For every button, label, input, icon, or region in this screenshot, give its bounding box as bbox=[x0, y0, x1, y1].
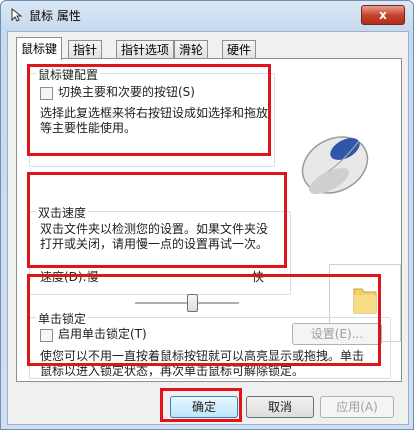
swap-buttons-label[interactable]: 切换主要和次要的按钮(S) bbox=[58, 85, 195, 100]
folder-icon[interactable] bbox=[352, 283, 378, 318]
double-click-group: 双击速度 双击文件夹以检测您的设置。如果文件夹没 打开或关闭，请用慢一点的设置再… bbox=[29, 204, 291, 295]
click-lock-legend: 单击锁定 bbox=[36, 310, 89, 327]
tab-pointer-options[interactable]: 指针选项 bbox=[116, 40, 175, 59]
speed-slider-thumb[interactable] bbox=[187, 294, 199, 312]
button-config-legend: 鼠标键配置 bbox=[36, 66, 101, 83]
mouse-illustration bbox=[289, 119, 383, 203]
mouse-properties-window: 鼠标 属性 x 鼠标键 指针 指针选项 滑轮 硬件 鼠标键配置 切换主要和次要的… bbox=[0, 0, 414, 430]
click-lock-checkbox[interactable] bbox=[40, 329, 53, 342]
click-lock-settings-button[interactable]: 设置(E)... bbox=[292, 323, 382, 345]
click-lock-label[interactable]: 启用单击锁定(T) bbox=[58, 327, 147, 342]
swap-description-line2: 等主要性能使用。 bbox=[40, 121, 137, 135]
swap-buttons-checkbox[interactable] bbox=[40, 87, 53, 100]
swap-description-line1: 选择此复选框来将右按钮设成如选择和拖放 bbox=[40, 106, 269, 120]
dialog-client-area: 鼠标键 指针 指针选项 滑轮 硬件 鼠标键配置 切换主要和次要的按钮(S) 选择… bbox=[7, 31, 409, 425]
window-title: 鼠标 属性 bbox=[29, 9, 81, 23]
title-bar[interactable]: 鼠标 属性 x bbox=[1, 1, 413, 29]
button-config-group: 鼠标键配置 切换主要和次要的按钮(S) 选择此复选框来将右按钮设成如选择和拖放 … bbox=[29, 66, 275, 167]
speed-fast-label: 快 bbox=[252, 270, 265, 284]
tab-hardware[interactable]: 硬件 bbox=[222, 40, 257, 59]
click-lock-group: 单击锁定 启用单击锁定(T) 设置(E)... 使您可以不用一直按着鼠标按钮就可… bbox=[29, 310, 391, 379]
mouse-pointer-icon bbox=[9, 7, 23, 22]
tab-wheel[interactable]: 滑轮 bbox=[174, 40, 209, 59]
cancel-button[interactable]: 取消 bbox=[246, 396, 314, 418]
apply-button[interactable]: 应用(A) bbox=[320, 396, 394, 418]
tab-buttons[interactable]: 鼠标键 bbox=[16, 37, 63, 60]
speed-slow-label: 速度(D):慢 bbox=[40, 270, 99, 284]
tab-pointers[interactable]: 指针 bbox=[68, 40, 103, 59]
double-click-description-line1: 双击文件夹以检测您的设置。如果文件夹没 bbox=[40, 222, 269, 236]
double-click-description-line2: 打开或关闭，请用慢一点的设置再试一次。 bbox=[40, 237, 269, 251]
ok-button[interactable]: 确定 bbox=[170, 396, 238, 418]
tab-panel-buttons: 鼠标键配置 切换主要和次要的按钮(S) 选择此复选框来将右按钮设成如选择和拖放 … bbox=[16, 58, 402, 382]
close-button[interactable]: x bbox=[361, 5, 405, 25]
click-lock-description-line1: 使您可以不用一直按着鼠标按钮就可以高亮显示或拖拽。单击 bbox=[40, 349, 365, 363]
click-lock-description-line2: 鼠标以进入锁定状态，再次单击鼠标可解除锁定。 bbox=[40, 364, 305, 378]
close-icon: x bbox=[379, 8, 387, 22]
double-click-legend: 双击速度 bbox=[36, 204, 89, 221]
